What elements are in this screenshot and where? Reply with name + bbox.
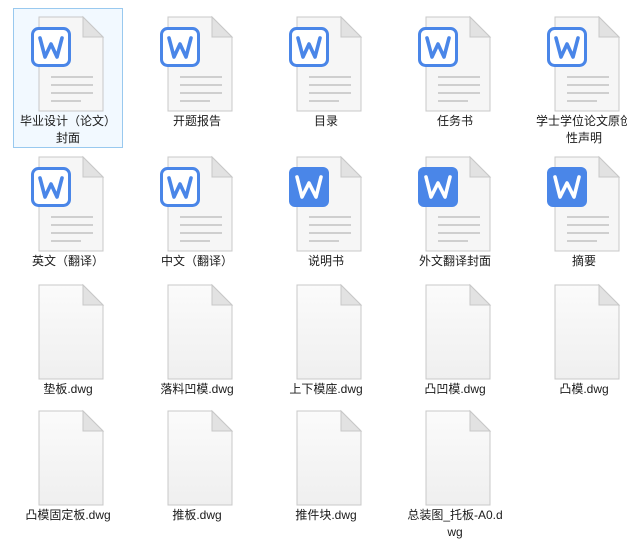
file-name-label: 外文翻译封面 <box>418 254 491 268</box>
blank-file-icon <box>418 409 492 507</box>
file-name-label: 英文（翻译） <box>31 254 104 268</box>
file-name-label: 推板.dwg <box>172 508 222 522</box>
file-item[interactable]: 英文（翻译） <box>13 148 123 278</box>
file-name-label: 垫板.dwg <box>43 382 93 396</box>
file-name-label: 中文（翻译） <box>160 254 233 268</box>
file-name-label: 开题报告 <box>172 114 221 128</box>
file-item[interactable]: 垫板.dwg <box>13 276 123 406</box>
file-name-label: 说明书 <box>307 254 344 268</box>
blank-file-icon <box>418 283 492 381</box>
word-document-icon <box>418 155 492 253</box>
file-item[interactable]: 学士学位论文原创性声明 <box>529 8 627 145</box>
file-name-label: 上下模座.dwg <box>289 382 363 396</box>
file-item[interactable]: 摘要 <box>529 148 627 278</box>
blank-file-icon <box>31 283 105 381</box>
blank-file-icon <box>31 409 105 507</box>
file-name-label: 目录 <box>313 114 338 128</box>
file-name-label: 推件块.dwg <box>295 508 357 522</box>
file-item[interactable]: 外文翻译封面 <box>400 148 510 278</box>
file-name-label: 凸凹模.dwg <box>424 382 486 396</box>
file-name-label: 任务书 <box>436 114 473 128</box>
word-document-icon <box>31 155 105 253</box>
word-document-icon <box>418 15 492 113</box>
file-item[interactable]: 推板.dwg <box>142 402 252 532</box>
word-document-icon <box>547 15 621 113</box>
file-name-label: 凸模固定板.dwg <box>25 508 111 522</box>
file-item[interactable]: 毕业设计（论文）封面 <box>13 8 123 148</box>
file-item[interactable]: 上下模座.dwg <box>271 276 381 406</box>
word-document-icon <box>547 155 621 253</box>
word-document-icon <box>289 155 363 253</box>
file-item[interactable]: 凸凹模.dwg <box>400 276 510 406</box>
file-item[interactable]: 落料凹模.dwg <box>142 276 252 406</box>
file-item[interactable]: 中文（翻译） <box>142 148 252 278</box>
file-item[interactable]: 说明书 <box>271 148 381 278</box>
word-document-icon <box>160 15 234 113</box>
blank-file-icon <box>160 283 234 381</box>
word-document-icon <box>31 15 105 113</box>
file-item[interactable]: 推件块.dwg <box>271 402 381 532</box>
file-item[interactable]: 目录 <box>271 8 381 138</box>
file-name-label: 毕业设计（论文）封面 <box>19 114 116 145</box>
file-name-label: 摘要 <box>571 254 596 268</box>
file-name-label: 凸模.dwg <box>559 382 609 396</box>
word-document-icon <box>160 155 234 253</box>
file-item[interactable]: 开题报告 <box>142 8 252 138</box>
blank-file-icon <box>289 409 363 507</box>
file-item[interactable]: 凸模.dwg <box>529 276 627 406</box>
blank-file-icon <box>547 283 621 381</box>
file-name-label: 落料凹模.dwg <box>160 382 234 396</box>
file-item[interactable]: 凸模固定板.dwg <box>13 402 123 532</box>
file-item[interactable]: 任务书 <box>400 8 510 138</box>
blank-file-icon <box>160 409 234 507</box>
file-item[interactable]: 总装图_托板-A0.dwg <box>400 402 510 539</box>
word-document-icon <box>289 15 363 113</box>
file-grid: 毕业设计（论文）封面 开题报告 目录 任务书 学士学位论文原创性声明 英文（翻译… <box>0 0 627 539</box>
blank-file-icon <box>289 283 363 381</box>
file-name-label: 学士学位论文原创性声明 <box>535 114 627 145</box>
